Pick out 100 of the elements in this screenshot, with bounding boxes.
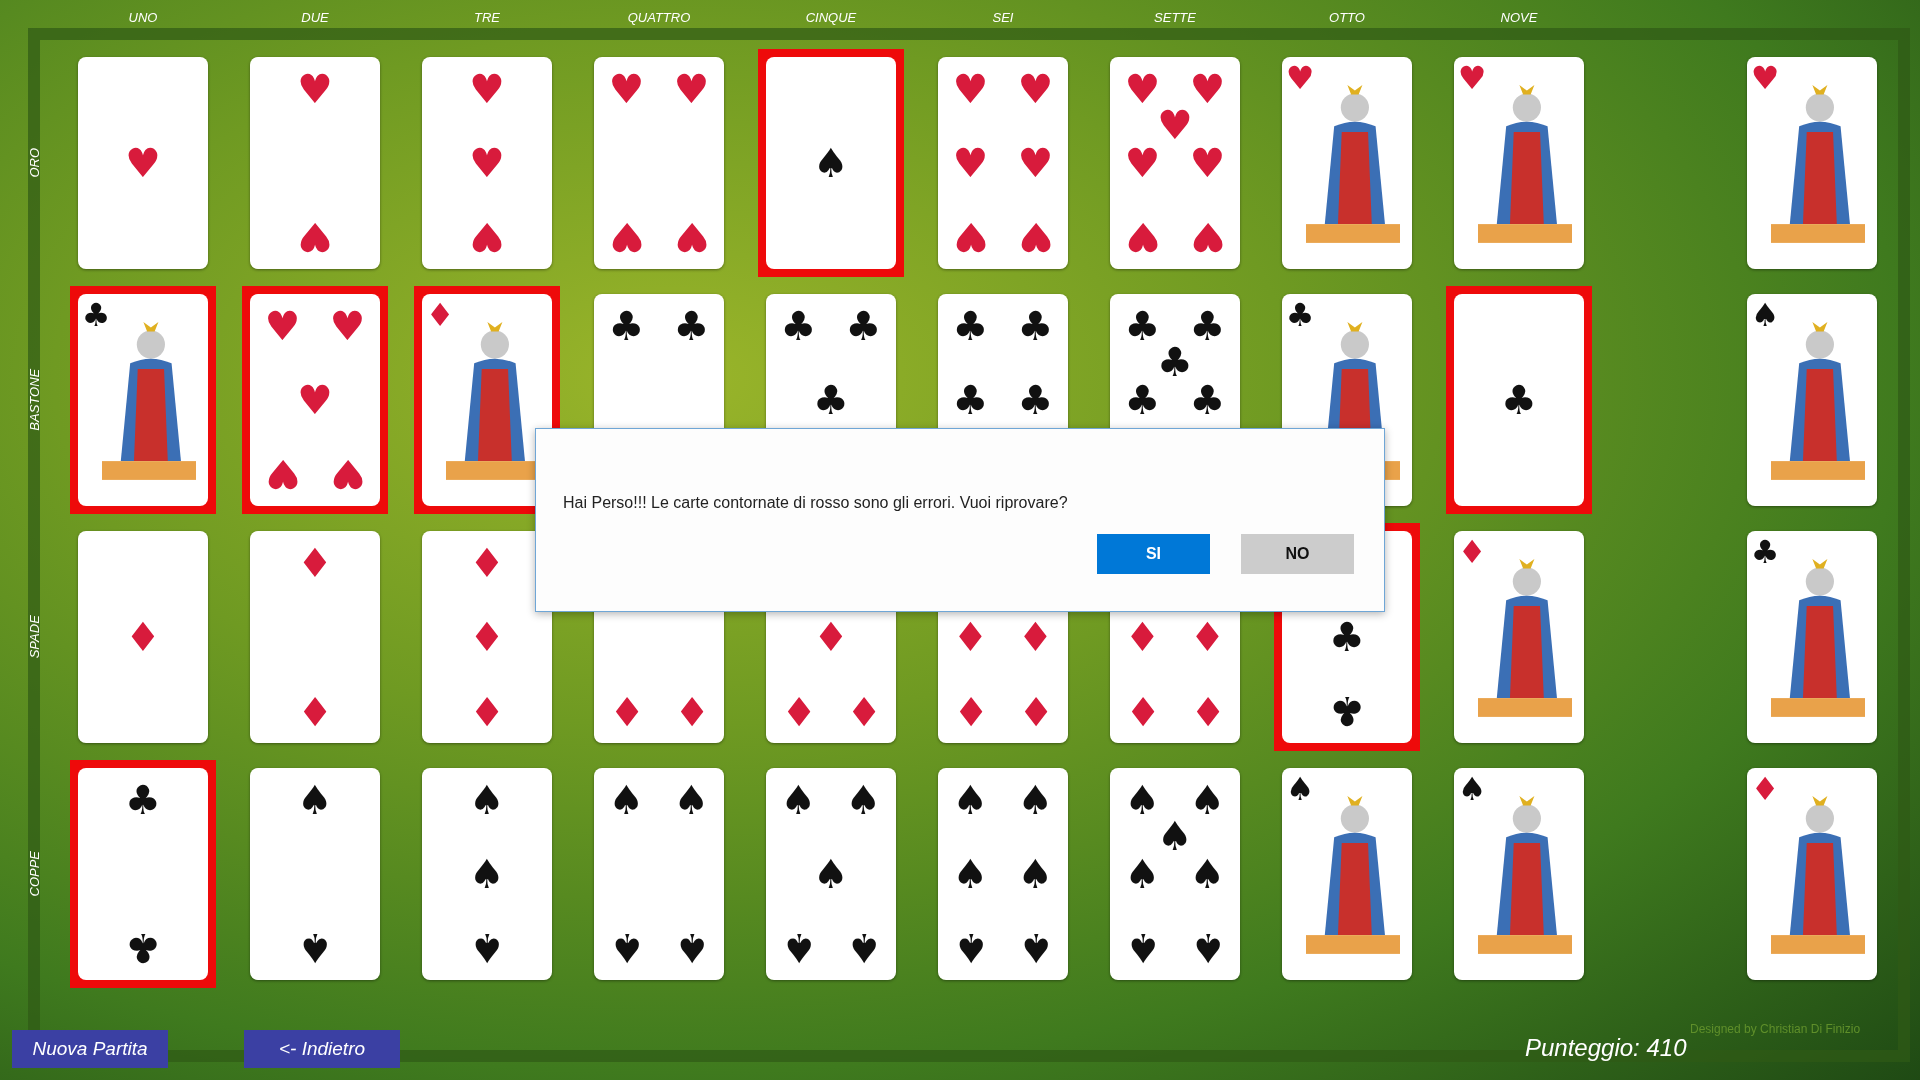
suit-symbol: ♠: [608, 928, 645, 969]
suit-symbol: ♠: [1750, 299, 1780, 332]
suit-symbol: ♥: [952, 143, 989, 183]
suit-symbol: ♠: [469, 779, 505, 820]
playing-card[interactable]: ♠ ♠: [250, 768, 380, 980]
column-label: TRE: [473, 9, 501, 28]
suit-symbol: ♦: [813, 617, 849, 657]
suit-symbol: ♦: [1189, 617, 1226, 657]
suit-symbol: ♠: [469, 854, 505, 894]
nav-button[interactable]: Nuova Partita: [12, 1030, 168, 1068]
playing-card[interactable]: ♠ ♠ ♠: [422, 768, 552, 980]
playing-card[interactable]: ♣: [1446, 286, 1592, 514]
suit-symbol: ♠: [813, 854, 849, 894]
playing-card[interactable]: ♠: [758, 49, 904, 277]
suit-symbol: ♠: [952, 928, 989, 969]
suit-symbol: ♣: [1017, 380, 1054, 420]
suit-symbol: ♣: [813, 380, 849, 420]
row-label: ORO: [26, 148, 44, 178]
suit-symbol: ♥: [952, 217, 989, 258]
suit-symbol: ♦: [1457, 536, 1487, 569]
suit-symbol: ♦: [1750, 773, 1780, 806]
suit-symbol: ♣: [1329, 691, 1365, 732]
suit-symbol: ♥: [329, 454, 366, 495]
playing-card[interactable]: ♠ ♠ ♠ ♠ ♠ ♠: [938, 768, 1068, 980]
playing-card[interactable]: ♠: [1454, 768, 1584, 980]
suit-symbol: ♥: [469, 143, 505, 183]
playing-card[interactable]: ♦: [1454, 531, 1584, 743]
suit-symbol: ♣: [1285, 299, 1315, 332]
suit-symbol: ♠: [780, 779, 817, 820]
playing-card[interactable]: ♥: [1747, 57, 1877, 269]
playing-card[interactable]: ♦ ♦ ♦: [422, 531, 552, 743]
suit-symbol: ♥: [1017, 143, 1054, 183]
playing-card[interactable]: ♠ ♠ ♠ ♠ ♠: [766, 768, 896, 980]
column-label: SEI: [991, 9, 1015, 28]
suit-symbol: ♥: [608, 217, 645, 258]
nav-button[interactable]: <- Indietro: [244, 1030, 400, 1068]
playing-card[interactable]: ♥: [1454, 57, 1584, 269]
suit-symbol: ♠: [673, 779, 710, 820]
suit-symbol: ♥: [264, 454, 301, 495]
suit-symbol: ♦: [952, 617, 989, 657]
column-label: OTTO: [1328, 9, 1366, 28]
suit-symbol: ♦: [780, 691, 817, 732]
suit-symbol: ♠: [845, 928, 882, 969]
suit-symbol: ♠: [1124, 928, 1161, 969]
suit-symbol: ♥: [1017, 217, 1054, 258]
suit-symbol: ♣: [1189, 380, 1226, 420]
playing-card[interactable]: ♥ ♥ ♥ ♥ ♥ ♥ ♥: [1110, 57, 1240, 269]
suit-symbol: ♣: [1329, 617, 1365, 657]
suit-symbol: ♠: [297, 779, 333, 820]
row-label: COPPE: [26, 851, 44, 897]
suit-symbol: ♠: [1457, 773, 1487, 806]
column-label: DUE: [300, 9, 330, 28]
column-label: SETTE: [1153, 9, 1197, 28]
playing-card[interactable]: ♦: [414, 286, 560, 514]
suit-symbol: ♣: [608, 305, 645, 346]
suit-symbol: ♦: [469, 617, 505, 657]
playing-card[interactable]: ♣: [1747, 531, 1877, 743]
suit-symbol: ♥: [1124, 143, 1161, 183]
playing-card[interactable]: ♠ ♠ ♠ ♠ ♠ ♠ ♠: [1110, 768, 1240, 980]
suit-symbol: ♣: [1501, 380, 1537, 420]
playing-card[interactable]: ♠ ♠ ♠ ♠: [594, 768, 724, 980]
suit-symbol: ♦: [673, 691, 710, 732]
suit-symbol: ♠: [813, 143, 849, 183]
suit-symbol: ♦: [845, 691, 882, 732]
column-label: UNO: [127, 9, 159, 28]
suit-symbol: ♦: [1189, 691, 1226, 732]
playing-card[interactable]: ♦: [78, 531, 208, 743]
playing-card[interactable]: ♦ ♦: [250, 531, 380, 743]
playing-card[interactable]: ♥ ♥: [250, 57, 380, 269]
suit-symbol: ♠: [1189, 854, 1226, 894]
dialog-button[interactable]: SI: [1097, 534, 1210, 574]
suit-symbol: ♠: [1285, 773, 1315, 806]
suit-symbol: ♥: [297, 380, 333, 420]
playing-card[interactable]: ♦: [1747, 768, 1877, 980]
playing-card[interactable]: ♥ ♥ ♥ ♥: [594, 57, 724, 269]
suit-symbol: ♥: [1750, 62, 1780, 95]
suit-symbol: ♠: [469, 928, 505, 969]
suit-symbol: ♥: [125, 143, 161, 183]
suit-symbol: ♦: [1017, 691, 1054, 732]
suit-symbol: ♥: [673, 217, 710, 258]
suit-symbol: ♣: [845, 305, 882, 346]
suit-symbol: ♦: [952, 691, 989, 732]
suit-symbol: ♣: [81, 299, 111, 332]
dialog-button[interactable]: NO: [1241, 534, 1354, 574]
suit-symbol: ♣: [673, 305, 710, 346]
suit-symbol: ♥: [264, 305, 301, 346]
suit-symbol: ♥: [297, 217, 333, 258]
playing-card[interactable]: ♠: [1747, 294, 1877, 506]
playing-card[interactable]: ♥ ♥ ♥ ♥ ♥: [242, 286, 388, 514]
playing-card[interactable]: ♣ ♣: [70, 760, 216, 988]
playing-card[interactable]: ♣: [70, 286, 216, 514]
playing-card[interactable]: ♥: [78, 57, 208, 269]
playing-card[interactable]: ♥ ♥ ♥: [422, 57, 552, 269]
suit-symbol: ♥: [1285, 62, 1315, 95]
suit-symbol: ♦: [469, 691, 505, 732]
suit-symbol: ♦: [425, 299, 455, 332]
playing-card[interactable]: ♠: [1282, 768, 1412, 980]
suit-symbol: ♥: [608, 68, 645, 109]
playing-card[interactable]: ♥: [1282, 57, 1412, 269]
playing-card[interactable]: ♥ ♥ ♥ ♥ ♥ ♥: [938, 57, 1068, 269]
